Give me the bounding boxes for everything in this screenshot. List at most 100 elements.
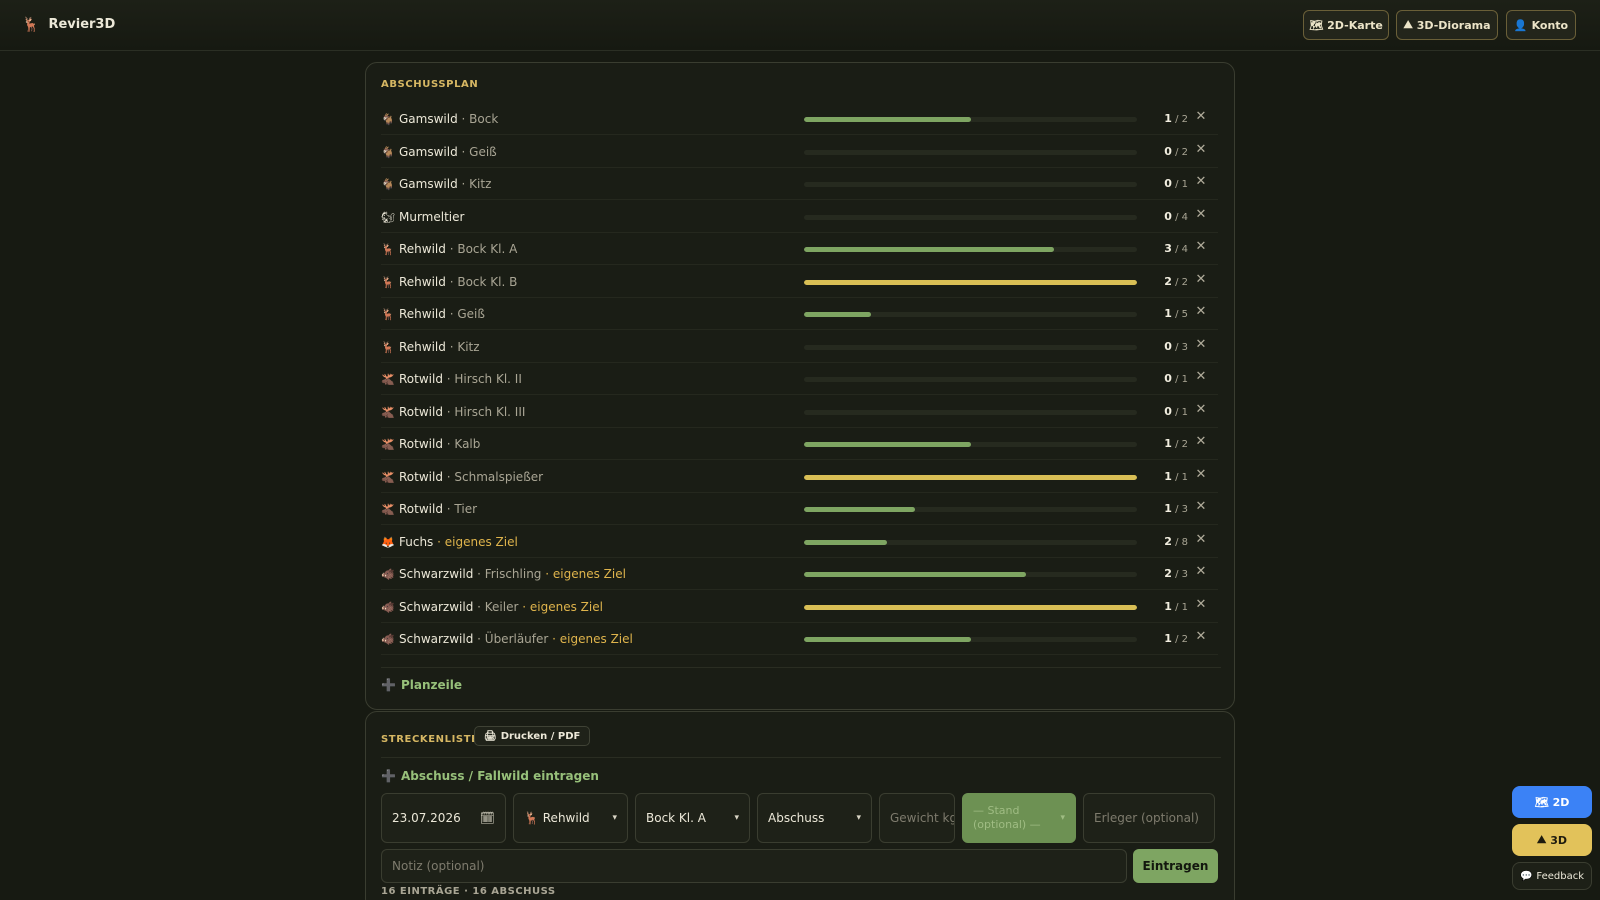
- plan-row-label: 🐐 Gamswild · Bock: [381, 111, 498, 128]
- close-icon[interactable]: ✕: [1194, 564, 1208, 579]
- close-icon[interactable]: ✕: [1194, 499, 1208, 514]
- diorama-3d-button[interactable]: ⛰ 3D-Diorama: [1396, 10, 1498, 40]
- progress-bar: [804, 377, 1137, 382]
- species-class: Frischling: [484, 567, 542, 581]
- close-icon[interactable]: ✕: [1194, 532, 1208, 547]
- species-icon: 🐐: [381, 113, 395, 126]
- plan-row-label: 🦌 Rehwild · Geiß: [381, 306, 485, 323]
- close-icon[interactable]: ✕: [1194, 434, 1208, 449]
- progress-bar: [804, 474, 1137, 480]
- count-done: 1: [1164, 307, 1172, 320]
- plan-row-count: 1 / 2: [1164, 632, 1188, 647]
- brand-name: Revier3D: [48, 17, 116, 32]
- close-icon[interactable]: ✕: [1194, 402, 1208, 417]
- progress-bar: [804, 507, 1137, 512]
- species-class: Bock: [469, 112, 499, 126]
- plan-row: 🐗 Schwarzwild · Überläufer · eigenes Ziel…: [381, 623, 1218, 655]
- species-name: Rotwild: [399, 404, 443, 419]
- calendar-icon: 🗓: [479, 811, 495, 825]
- plan-row: 🫎 Rotwild · Schmalspießer 1 / 1 ✕: [381, 461, 1218, 493]
- close-icon[interactable]: ✕: [1194, 304, 1208, 319]
- close-icon[interactable]: ✕: [1194, 239, 1208, 254]
- count-total: 3: [1181, 341, 1188, 353]
- close-icon[interactable]: ✕: [1194, 369, 1208, 384]
- add-plan-row-button[interactable]: ➕ Planzeile: [381, 678, 462, 692]
- feedback-label: Feedback: [1536, 870, 1585, 882]
- species-name: Schwarzwild: [399, 599, 474, 614]
- plan-row-count: 0 / 1: [1164, 405, 1188, 420]
- progress-fill: [804, 474, 1137, 480]
- progress-fill: [804, 507, 915, 512]
- progress-fill: [804, 117, 971, 122]
- species-class: Tier: [454, 502, 478, 516]
- close-icon[interactable]: ✕: [1194, 467, 1208, 482]
- count-total: 1: [1181, 601, 1188, 613]
- entry-type-select[interactable]: Abschuss ▾: [757, 793, 872, 843]
- close-icon[interactable]: ✕: [1194, 597, 1208, 612]
- hunter-input[interactable]: Erleger (optional): [1083, 793, 1215, 843]
- plan-row-count: 1 / 3: [1164, 502, 1188, 517]
- floating-2d-button[interactable]: 🗺 2D: [1512, 786, 1592, 818]
- species-name: Rehwild: [399, 307, 446, 321]
- count-done: 1: [1164, 502, 1172, 515]
- progress-bar: [804, 539, 1137, 545]
- separator: ·: [473, 632, 485, 646]
- separator: ·: [457, 112, 470, 126]
- account-button[interactable]: 👤 Konto: [1506, 10, 1576, 40]
- plan-row-count: 0 / 3: [1164, 340, 1188, 355]
- species-name: Rotwild: [399, 437, 443, 451]
- printer-icon: 🖨: [484, 730, 497, 742]
- plan-row: 🦊 Fuchs · eigenes Ziel 2 / 8 ✕: [381, 526, 1218, 558]
- species-select[interactable]: 🦌 Rehwild ▾: [513, 793, 628, 843]
- count-total: 2: [1181, 146, 1188, 158]
- species-icon: 🦌: [381, 275, 395, 289]
- count-separator: /: [1171, 309, 1182, 320]
- map-2d-button[interactable]: 🗺 2D-Karte: [1303, 10, 1389, 40]
- count-separator: /: [1171, 536, 1182, 548]
- note-input[interactable]: Notiz (optional): [381, 849, 1127, 883]
- submit-entry-button[interactable]: Eintragen: [1133, 849, 1218, 883]
- separator: ·: [541, 567, 553, 581]
- plan-row-label: 🫎 Rotwild · Kalb: [381, 436, 480, 453]
- close-icon[interactable]: ✕: [1194, 174, 1208, 189]
- print-pdf-button[interactable]: 🖨 Drucken / PDF: [474, 726, 591, 746]
- separator: ·: [445, 274, 458, 289]
- count-total: 3: [1181, 569, 1188, 580]
- close-icon[interactable]: ✕: [1194, 207, 1208, 222]
- floating-3d-button[interactable]: ⛰ 3D: [1512, 824, 1592, 856]
- stand-select[interactable]: — Stand (optional) — ▾: [962, 793, 1076, 843]
- date-input[interactable]: 23.07.2026 🗓: [381, 793, 506, 843]
- count-separator: /: [1171, 276, 1182, 288]
- plan-row-count: 1 / 1: [1164, 600, 1188, 615]
- add-plan-row-label: Planzeile: [400, 678, 462, 692]
- species-name: Schwarzwild: [399, 567, 474, 581]
- plan-row-label: 🫎 Rotwild · Tier: [381, 501, 477, 518]
- count-total: 2: [1181, 439, 1188, 450]
- progress-fill: [804, 247, 1054, 252]
- close-icon[interactable]: ✕: [1194, 272, 1208, 287]
- class-select[interactable]: Bock Kl. A ▾: [635, 793, 750, 843]
- brand[interactable]: 🦌 Revier3D: [22, 15, 115, 35]
- progress-bar: [804, 312, 1137, 317]
- weight-input[interactable]: Gewicht kg: [879, 793, 955, 843]
- close-icon[interactable]: ✕: [1194, 337, 1208, 352]
- separator: ·: [457, 144, 470, 159]
- species-name: Rotwild: [399, 372, 443, 386]
- species-name: Rehwild: [399, 339, 446, 354]
- count-done: 0: [1164, 404, 1172, 418]
- feedback-button[interactable]: 💬 Feedback: [1512, 862, 1592, 890]
- species-name: Fuchs: [399, 534, 434, 549]
- close-icon[interactable]: ✕: [1194, 142, 1208, 157]
- plan-row-count: 2 / 3: [1164, 567, 1188, 582]
- close-icon[interactable]: ✕: [1194, 109, 1208, 124]
- class-value: Bock Kl. A: [646, 811, 706, 825]
- plan-row-count: 1 / 5: [1164, 307, 1188, 322]
- count-separator: /: [1171, 341, 1182, 353]
- close-icon[interactable]: ✕: [1194, 629, 1208, 644]
- progress-bar: [804, 442, 1137, 447]
- plan-row-label: 🐗 Schwarzwild · Frischling · eigenes Ziel: [381, 566, 626, 583]
- progress-fill: [804, 572, 1027, 577]
- separator: ·: [473, 599, 485, 614]
- count-total: 3: [1181, 504, 1188, 515]
- species-icon: 🐗: [381, 633, 395, 646]
